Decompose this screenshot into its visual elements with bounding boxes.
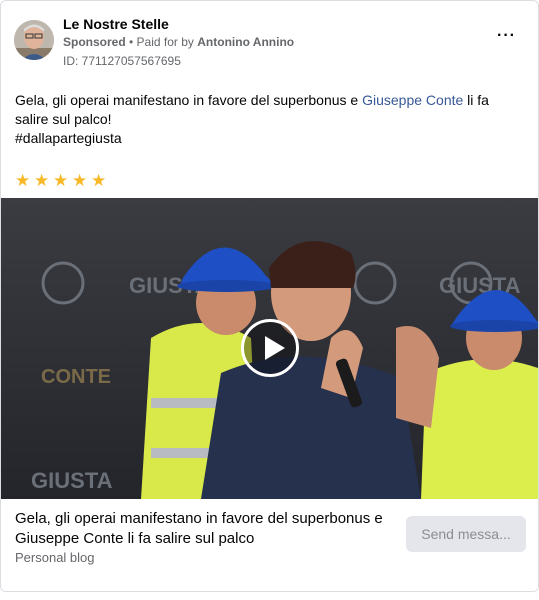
link-headline[interactable]: Gela, gli operai manifestano in favore d… (15, 509, 395, 549)
mention-link[interactable]: Giuseppe Conte (362, 92, 463, 108)
star-icon: ★ (53, 171, 69, 190)
star-icon: ★ (34, 171, 50, 190)
sponsored-line: Sponsored • Paid for by Antonino Annino (63, 35, 294, 49)
banner-text: CONTE (41, 366, 111, 388)
hashtag-link[interactable]: #dallapartegiusta (15, 130, 122, 146)
ad-card: Le Nostre Stelle Sponsored • Paid for by… (0, 0, 539, 592)
star-icon: ★ (91, 171, 107, 190)
link-subline: Personal blog (15, 550, 95, 565)
page-name[interactable]: Le Nostre Stelle (63, 16, 169, 32)
star-icon: ★ (15, 171, 31, 190)
post-text-part-1: Gela, gli operai manifestano in favore d… (15, 92, 363, 108)
more-options-icon[interactable]: ··· (497, 27, 516, 45)
send-message-button[interactable]: Send messa... (406, 516, 526, 552)
avatar-image (14, 20, 54, 60)
ad-id: ID: 771127057567695 (63, 54, 181, 68)
sponsored-label[interactable]: Sponsored (63, 35, 126, 49)
meta-separator: • (125, 35, 137, 49)
post-header: Le Nostre Stelle Sponsored • Paid for by… (13, 13, 526, 73)
rating-stars: ★ ★ ★ ★ ★ (15, 172, 110, 190)
play-button[interactable] (241, 319, 299, 377)
banner-text: GIUSTA (31, 468, 113, 493)
paid-for-prefix: Paid for by (136, 35, 198, 49)
payer-name[interactable]: Antonino Annino (197, 35, 294, 49)
star-icon: ★ (72, 171, 88, 190)
play-icon (265, 336, 285, 360)
avatar[interactable] (14, 20, 54, 60)
post-text: Gela, gli operai manifestano in favore d… (15, 91, 520, 148)
link-footer: Gela, gli operai manifestano in favore d… (1, 499, 538, 591)
